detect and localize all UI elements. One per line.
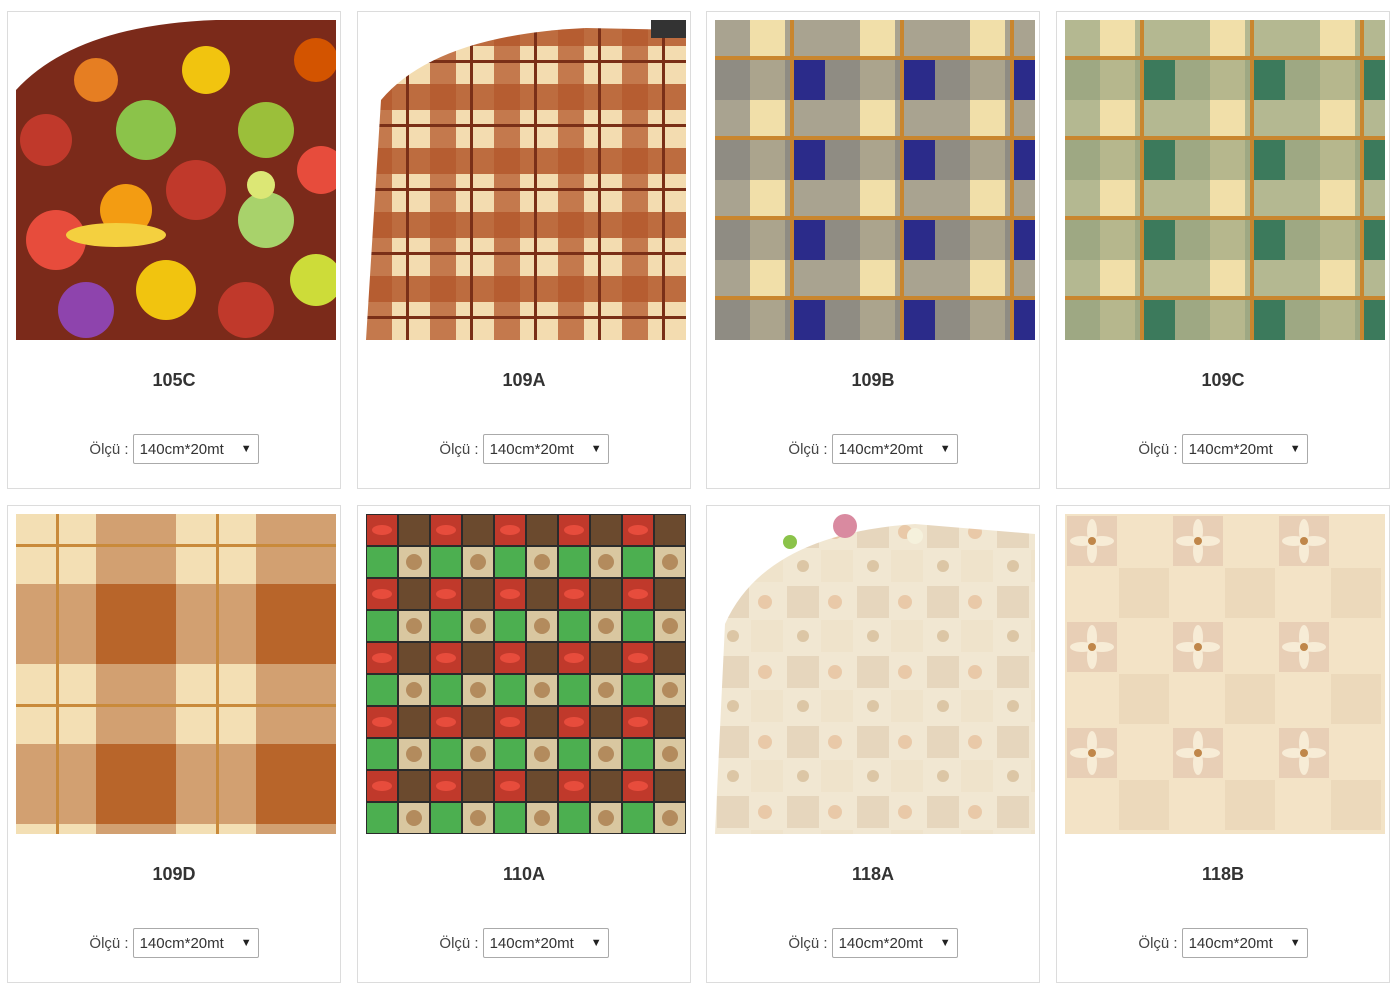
caret-down-icon: ▼	[1289, 937, 1301, 949]
size-label: Ölçü :	[439, 934, 479, 952]
caret-down-icon: ▼	[1289, 443, 1301, 455]
product-card[interactable]: 105C Ölçü : 140cm*20mt ▼	[7, 11, 341, 489]
size-select[interactable]: 140cm*20mt ▼	[1181, 928, 1308, 958]
size-select-value: 140cm*20mt	[139, 440, 224, 458]
product-image[interactable]	[715, 514, 1035, 834]
size-row: Ölçü : 140cm*20mt ▼	[707, 928, 1039, 958]
product-image[interactable]	[366, 20, 686, 340]
product-card[interactable]: 118A Ölçü : 140cm*20mt ▼	[706, 505, 1040, 983]
product-image[interactable]	[16, 20, 336, 340]
product-card[interactable]: 109D Ölçü : 140cm*20mt ▼	[7, 505, 341, 983]
caret-down-icon: ▼	[590, 937, 602, 949]
size-label: Ölçü :	[89, 440, 129, 458]
size-select[interactable]: 140cm*20mt ▼	[132, 928, 259, 958]
product-code[interactable]: 109C	[1057, 370, 1389, 391]
product-card[interactable]: 118B Ölçü : 140cm*20mt ▼	[1056, 505, 1390, 983]
caret-down-icon: ▼	[590, 443, 602, 455]
size-label: Ölçü :	[788, 934, 828, 952]
size-row: Ölçü : 140cm*20mt ▼	[707, 434, 1039, 464]
size-select-value: 140cm*20mt	[139, 934, 224, 952]
caret-down-icon: ▼	[240, 937, 252, 949]
size-row: Ölçü : 140cm*20mt ▼	[1057, 434, 1389, 464]
product-card[interactable]: 109C Ölçü : 140cm*20mt ▼	[1056, 11, 1390, 489]
size-row: Ölçü : 140cm*20mt ▼	[1057, 928, 1389, 958]
product-code[interactable]: 118A	[707, 864, 1039, 885]
size-select[interactable]: 140cm*20mt ▼	[482, 434, 609, 464]
product-code[interactable]: 109B	[707, 370, 1039, 391]
size-select-value: 140cm*20mt	[489, 440, 574, 458]
caret-down-icon: ▼	[939, 443, 951, 455]
size-select[interactable]: 140cm*20mt ▼	[831, 434, 958, 464]
size-select[interactable]: 140cm*20mt ▼	[831, 928, 958, 958]
size-row: Ölçü : 140cm*20mt ▼	[358, 434, 690, 464]
size-row: Ölçü : 140cm*20mt ▼	[358, 928, 690, 958]
product-card[interactable]: 110A Ölçü : 140cm*20mt ▼	[357, 505, 691, 983]
size-select-value: 140cm*20mt	[838, 934, 923, 952]
size-label: Ölçü :	[1138, 440, 1178, 458]
size-label: Ölçü :	[788, 440, 828, 458]
size-label: Ölçü :	[1138, 934, 1178, 952]
caret-down-icon: ▼	[939, 937, 951, 949]
size-select[interactable]: 140cm*20mt ▼	[482, 928, 609, 958]
size-select-value: 140cm*20mt	[489, 934, 574, 952]
size-select-value: 140cm*20mt	[1188, 934, 1273, 952]
size-label: Ölçü :	[89, 934, 129, 952]
size-select[interactable]: 140cm*20mt ▼	[132, 434, 259, 464]
size-row: Ölçü : 140cm*20mt ▼	[8, 434, 340, 464]
product-code[interactable]: 109D	[8, 864, 340, 885]
product-code[interactable]: 110A	[358, 864, 690, 885]
caret-down-icon: ▼	[240, 443, 252, 455]
size-label: Ölçü :	[439, 440, 479, 458]
product-code[interactable]: 105C	[8, 370, 340, 391]
product-image[interactable]	[16, 514, 336, 834]
product-code[interactable]: 118B	[1057, 864, 1389, 885]
product-image[interactable]	[715, 20, 1035, 340]
product-image[interactable]	[366, 514, 686, 834]
product-image[interactable]	[1065, 514, 1385, 834]
product-code[interactable]: 109A	[358, 370, 690, 391]
size-select-value: 140cm*20mt	[1188, 440, 1273, 458]
product-card[interactable]: 109B Ölçü : 140cm*20mt ▼	[706, 11, 1040, 489]
size-row: Ölçü : 140cm*20mt ▼	[8, 928, 340, 958]
size-select-value: 140cm*20mt	[838, 440, 923, 458]
size-select[interactable]: 140cm*20mt ▼	[1181, 434, 1308, 464]
product-image[interactable]	[1065, 20, 1385, 340]
product-card[interactable]: 109A Ölçü : 140cm*20mt ▼	[357, 11, 691, 489]
